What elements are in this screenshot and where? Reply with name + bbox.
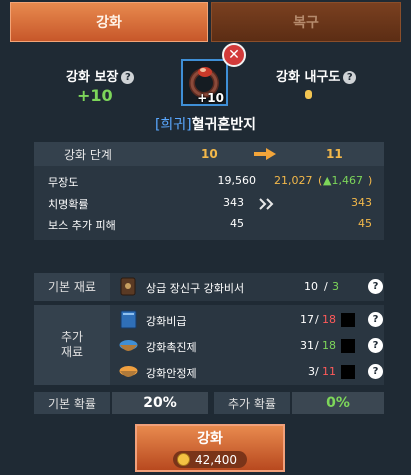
help-icon[interactable]: ?: [368, 338, 383, 353]
blue-bowl-icon: [119, 340, 138, 351]
enhance-button[interactable]: 강화 42,400: [135, 424, 285, 472]
double-chevron-right-icon: [259, 198, 274, 210]
help-icon[interactable]: ?: [368, 364, 383, 379]
material-have: 10: [304, 280, 318, 293]
material-name: 강화안정제: [146, 367, 197, 380]
stage-row: 강화 단계 10 11: [34, 142, 384, 166]
material-name: 강화비급: [146, 315, 187, 328]
arrow-right-icon: [254, 148, 276, 160]
stage-from: 10: [201, 147, 218, 161]
cost-display: 42,400: [173, 451, 247, 468]
material-have: 31: [300, 339, 314, 352]
material-need: 3: [332, 280, 339, 293]
material-row: 강화촉진제 31 / 18 ?: [112, 334, 384, 358]
guarantee-section: 강화 보장?: [66, 66, 135, 85]
stat-current: 19,560: [217, 174, 257, 187]
stat-next: 21,027: [274, 174, 313, 187]
material-name: 강화촉진제: [146, 341, 197, 354]
stat-row: 무장도 19,560 21,027 (▲1,467): [48, 174, 373, 189]
item-grade: [희귀]: [154, 117, 192, 133]
stage-to: 11: [326, 147, 343, 161]
tab-restore[interactable]: 복구: [211, 2, 401, 42]
stat-name: 무장도: [48, 176, 79, 189]
material-checkbox[interactable]: [341, 365, 355, 379]
stat-row: 보스 추가 피해 45 45: [46, 215, 376, 235]
material-have: 3: [308, 365, 315, 378]
item-slot[interactable]: +10: [181, 59, 228, 106]
item-level: +10: [197, 91, 224, 105]
help-icon[interactable]: ?: [368, 312, 383, 327]
help-icon[interactable]: ?: [368, 279, 383, 294]
coin-icon: [177, 453, 190, 466]
material-checkbox[interactable]: [341, 313, 355, 327]
material-row: 강화안정제 3 / 11 ?: [112, 360, 384, 384]
durability-indicator: [305, 90, 312, 99]
extra-probability-label: 추가 확률: [214, 392, 290, 414]
guarantee-label: 강화 보장: [66, 70, 119, 85]
stat-current: 343: [223, 196, 244, 209]
close-icon[interactable]: ✕: [222, 43, 246, 67]
base-probability-value: 20%: [112, 392, 208, 414]
stat-name: 보스 추가 피해: [48, 219, 116, 232]
scroll-icon: [120, 277, 136, 296]
material-checkbox[interactable]: [341, 339, 355, 353]
extra-material-label: 추가 재료: [34, 305, 110, 385]
material-row: 강화비급 17 / 18 ?: [112, 308, 384, 332]
base-probability-label: 기본 확률: [34, 392, 110, 414]
guarantee-value: +10: [77, 86, 113, 105]
help-icon[interactable]: ?: [343, 71, 357, 84]
extra-probability-value: 0%: [292, 392, 384, 414]
help-icon[interactable]: ?: [121, 71, 135, 84]
durability-section: 강화 내구도?: [276, 66, 357, 85]
material-need: 18: [322, 313, 336, 326]
durability-label: 강화 내구도: [276, 70, 341, 85]
item-name: 혈귀혼반지: [191, 117, 257, 133]
material-need: 18: [322, 339, 336, 352]
stat-next: 343: [351, 196, 372, 209]
enhance-button-label: 강화: [197, 431, 223, 447]
stat-current: 45: [230, 217, 244, 230]
material-need: 11: [322, 365, 336, 378]
stat-delta: ▲1,467: [323, 174, 363, 187]
base-material-label: 기본 재료: [34, 273, 110, 301]
material-have: 17: [300, 313, 314, 326]
stat-name: 치명확률: [48, 198, 89, 211]
material-name: 상급 장신구 강화비서: [146, 282, 245, 295]
stat-row: 치명확률 343 343: [46, 194, 376, 214]
book-icon: [120, 310, 137, 329]
tab-enhance[interactable]: 강화: [10, 2, 208, 42]
stage-label: 강화 단계: [64, 147, 112, 162]
item-title: [희귀]혈귀혼반지: [0, 114, 411, 134]
cost-value: 42,400: [195, 452, 237, 467]
material-row: 상급 장신구 강화비서 10 / 3 ?: [112, 275, 384, 299]
stat-next: 45: [358, 217, 372, 230]
orange-bowl-icon: [119, 366, 138, 377]
